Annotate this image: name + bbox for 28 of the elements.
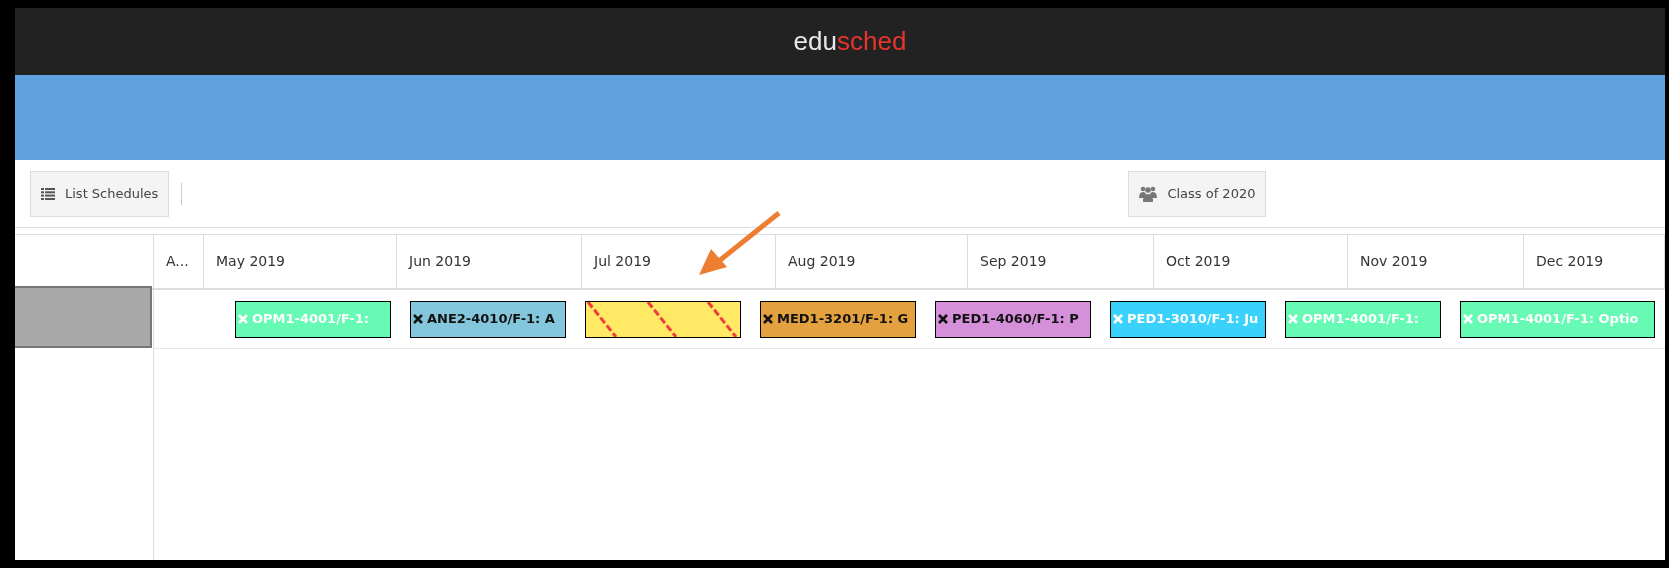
month-header: Nov 2019	[1348, 235, 1524, 288]
group-icon	[1139, 185, 1158, 202]
list-icon	[41, 187, 55, 200]
event-label: OPM1-4001/F-1: Optio	[1477, 310, 1639, 329]
event-block[interactable]: MED1-3201/F-1: G	[760, 300, 916, 338]
close-icon[interactable]	[763, 314, 773, 324]
event-label: OPM1-4001/F-1:	[252, 310, 369, 329]
app-logo: edusched	[793, 25, 907, 58]
month-header: May 2019	[204, 235, 397, 288]
event-label: PED1-3010/F-1: Ju	[1127, 310, 1259, 329]
close-icon[interactable]	[938, 314, 948, 324]
event-label: PED1-4060/F-1: P	[952, 310, 1079, 329]
month-header: Oct 2019	[1154, 235, 1348, 288]
month-header: A...	[154, 235, 204, 288]
month-header: Dec 2019	[1524, 235, 1665, 288]
month-header: Aug 2019	[776, 235, 968, 288]
event-block[interactable]: PED1-4060/F-1: P	[935, 300, 1091, 338]
event-label: MED1-3201/F-1: G	[777, 310, 909, 329]
month-header: Sep 2019	[968, 235, 1154, 288]
striped-event[interactable]	[585, 300, 741, 338]
selected-row-cell[interactable]	[15, 286, 152, 348]
event-label: OPM1-4001/F-1:	[1302, 310, 1419, 329]
class-button[interactable]: Class of 2020	[1128, 170, 1267, 217]
list-schedules-button[interactable]: List Schedules	[30, 170, 170, 217]
event-block[interactable]: ANE2-4010/F-1: A	[410, 300, 566, 338]
close-icon[interactable]	[413, 314, 423, 324]
event-label: ANE2-4010/F-1: A	[427, 310, 555, 329]
month-header: Jun 2019	[397, 235, 582, 288]
